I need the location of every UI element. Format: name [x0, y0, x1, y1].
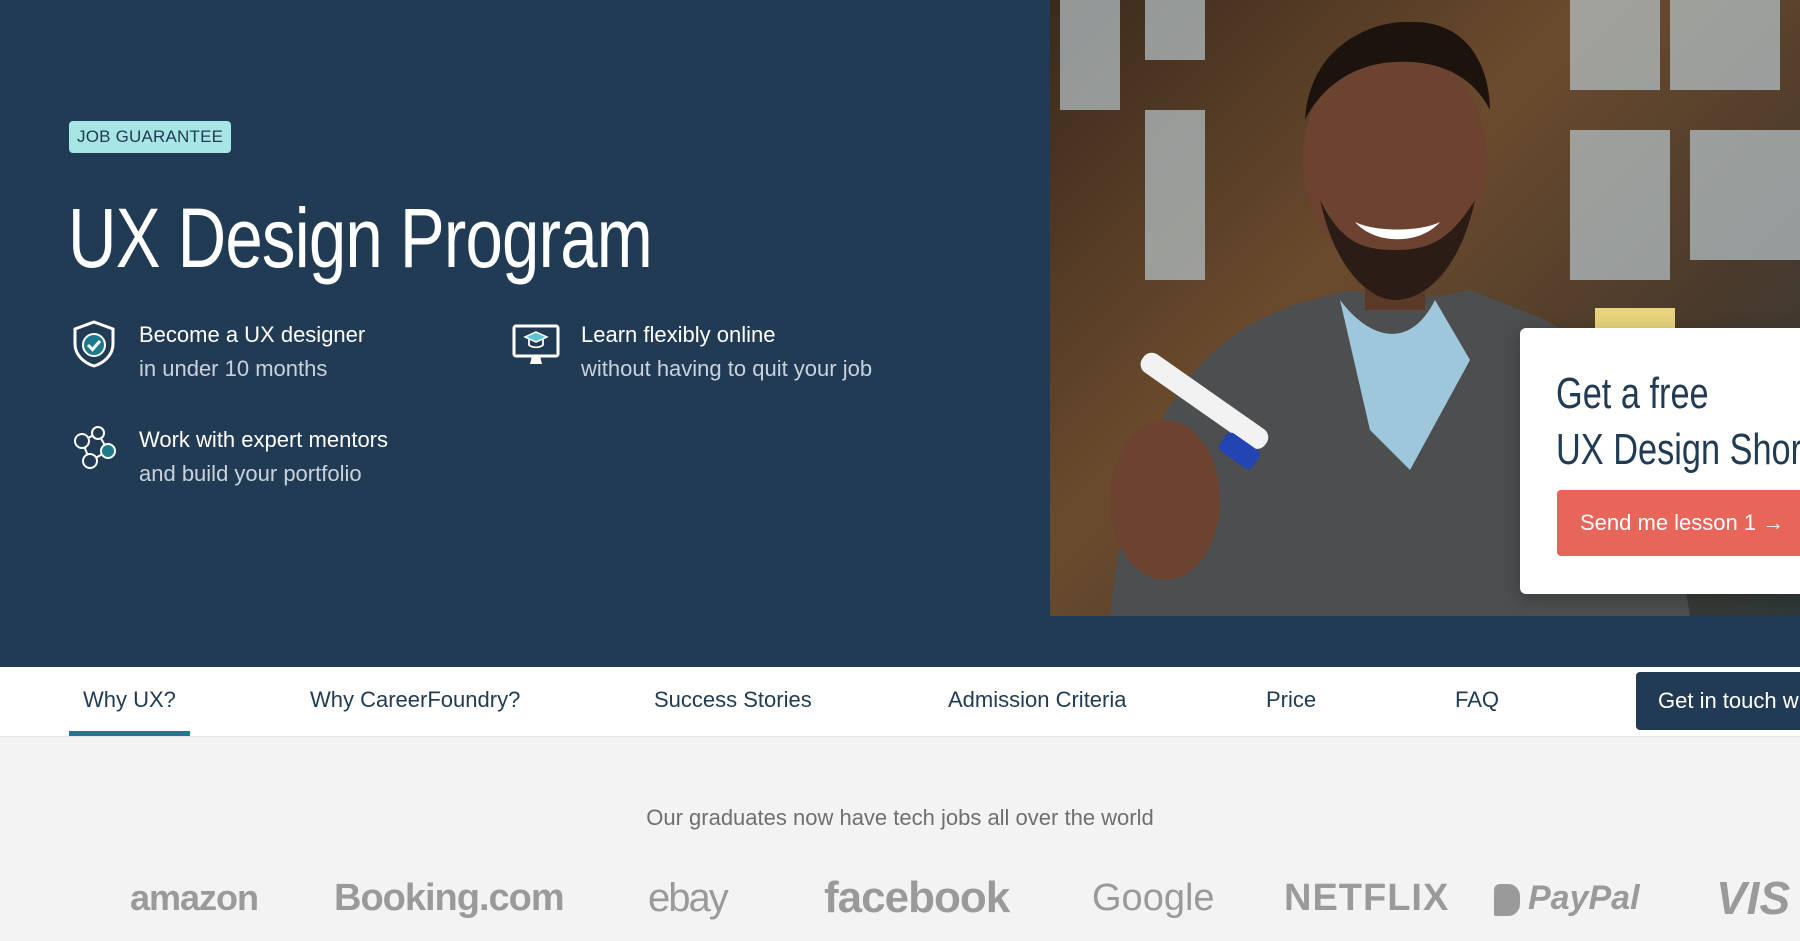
page-title: UX Design Program	[68, 191, 653, 285]
booking-logo: Booking.com	[334, 877, 565, 919]
free-course-card: Get a free UX Design Short C Send me les…	[1520, 328, 1800, 594]
monitor-graduation-icon	[510, 318, 562, 370]
amazon-logo: amazon	[130, 877, 259, 918]
section-nav: Why UX? Why CareerFoundry? Success Stori…	[0, 667, 1800, 737]
ebay-logo: ebay	[648, 876, 729, 920]
graduates-heading: Our graduates now have tech jobs all ove…	[646, 805, 1154, 830]
get-in-touch-button[interactable]: Get in touch w	[1636, 672, 1800, 730]
facebook-logo: facebook	[824, 873, 1010, 922]
feature-subtitle: in under 10 months	[139, 356, 328, 381]
mentor-network-icon	[68, 423, 120, 475]
nav-item-why-ux[interactable]: Why UX?	[69, 667, 190, 736]
nav-item-faq[interactable]: FAQ	[1455, 667, 1499, 736]
google-logo: Google	[1092, 877, 1215, 919]
send-lesson-button[interactable]: Send me lesson 1 →	[1557, 490, 1800, 556]
paypal-wordmark: PayPal	[1528, 879, 1640, 917]
paypal-logo: PayPal	[1494, 868, 1640, 928]
hero-section: JOB GUARANTEE UX Design Program Become a…	[0, 0, 1800, 667]
shield-check-icon	[68, 318, 120, 370]
netflix-logo: NETFLIX	[1284, 877, 1450, 919]
feature-title: Work with expert mentors	[139, 427, 389, 452]
feature-subtitle: without having to quit your job	[581, 356, 873, 381]
card-title: Get a free UX Design Short C	[1556, 366, 1800, 478]
card-title-line1: Get a free	[1556, 369, 1709, 418]
feature-title: Learn flexibly online	[581, 322, 776, 347]
nav-item-price[interactable]: Price	[1266, 667, 1316, 736]
feature-subtitle: and build your portfolio	[139, 461, 362, 486]
visa-logo: VIS	[1716, 872, 1791, 924]
nav-item-admission-criteria[interactable]: Admission Criteria	[948, 667, 1127, 736]
job-guarantee-badge: JOB GUARANTEE	[69, 121, 232, 153]
nav-item-success-stories[interactable]: Success Stories	[654, 667, 812, 736]
paypal-icon	[1494, 884, 1520, 917]
card-title-line2: UX Design Short C	[1556, 425, 1800, 474]
nav-item-why-careerfoundry[interactable]: Why CareerFoundry?	[310, 667, 520, 736]
feature-title: Become a UX designer	[139, 322, 366, 347]
